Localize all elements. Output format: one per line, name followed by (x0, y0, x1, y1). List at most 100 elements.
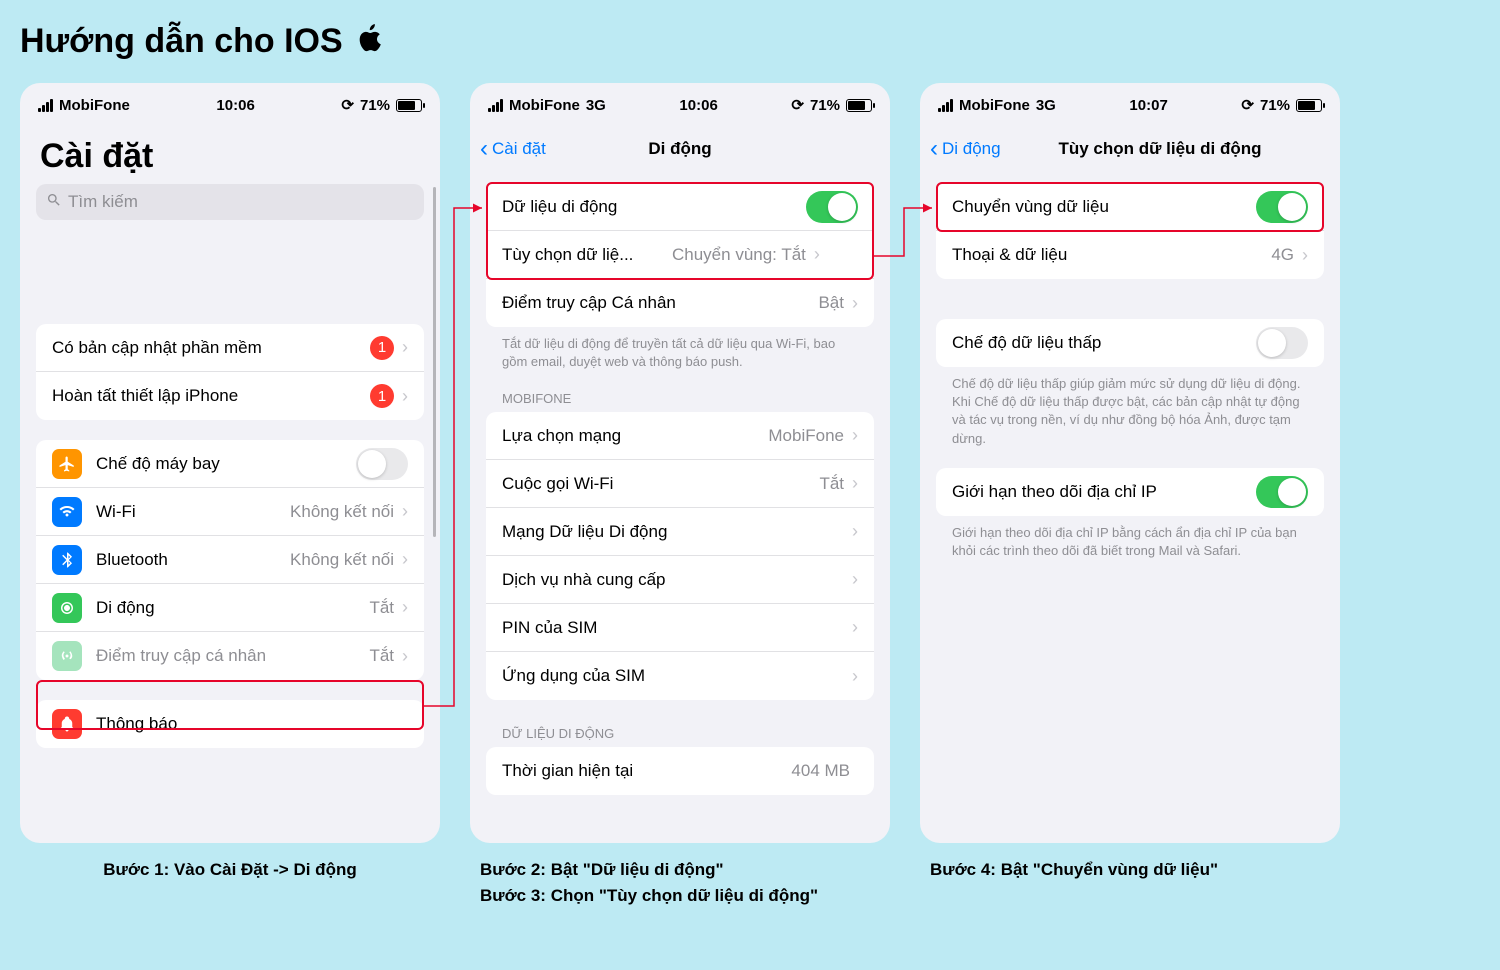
battery-icon (396, 99, 422, 112)
group-usage: Thời gian hiện tại404 MB (486, 747, 874, 795)
row-label: Thoại & dữ liệu (952, 245, 1271, 265)
phone-2-mobile: MobiFone 3G 10:06 ⟳ 71% ‹ Cài đặt Di độn… (470, 83, 890, 843)
chevron-right-icon: › (402, 337, 408, 358)
row-data-options[interactable]: Tùy chọn dữ liệ... Chuyển vùng: Tắt › (486, 231, 874, 279)
toggle-low-data[interactable] (1256, 327, 1308, 359)
signal-icon (38, 99, 53, 112)
phone-1-settings: MobiFone 10:06 ⟳ 71% Cài đặt Tìm kiếm Có… (20, 83, 440, 843)
row-voice-data[interactable]: Thoại & dữ liệu 4G › (936, 231, 1324, 279)
row-label: Dịch vụ nhà cung cấp (502, 570, 852, 590)
back-label: Cài đặt (492, 139, 546, 159)
chevron-right-icon: › (402, 646, 408, 667)
row-software-update[interactable]: Có bản cập nhật phần mềm 1 › (36, 324, 424, 372)
time-label: 10:07 (1129, 97, 1167, 114)
group-updates: Có bản cập nhật phần mềm 1 › Hoàn tất th… (36, 324, 424, 420)
phones-container: MobiFone 10:06 ⟳ 71% Cài đặt Tìm kiếm Có… (20, 83, 1480, 843)
section-header: MOBIFONE (470, 385, 890, 412)
captions: Bước 1: Vào Cài Đặt -> Di động Bước 2: B… (20, 857, 1480, 908)
row-label: Dữ liệu di động (502, 197, 806, 217)
chevron-right-icon: › (852, 666, 858, 687)
chevron-right-icon: › (402, 501, 408, 522)
row-label: Mạng Dữ liệu Di động (502, 522, 852, 542)
row-label: Chuyển vùng dữ liệu (952, 197, 1256, 217)
row-detail: Bật (818, 293, 844, 313)
row-label: Thông báo (96, 714, 408, 734)
row-bluetooth[interactable]: Bluetooth Không kết nối › (36, 536, 424, 584)
row-low-data[interactable]: Chế độ dữ liệu thấp (936, 319, 1324, 367)
phone-3-data-options: MobiFone 3G 10:07 ⟳ 71% ‹ Di động Tùy ch… (920, 83, 1340, 843)
group-data: Dữ liệu di động Tùy chọn dữ liệ... Chuyể… (486, 183, 874, 327)
row-wifi-calling[interactable]: Cuộc gọi Wi-FiTắt› (486, 460, 874, 508)
toggle-airplane[interactable] (356, 448, 408, 480)
row-detail: Không kết nối (290, 502, 394, 522)
row-sim-apps[interactable]: Ứng dụng của SIM› (486, 652, 874, 700)
row-detail: Không kết nối (290, 550, 394, 570)
chevron-right-icon: › (402, 386, 408, 407)
row-cellular-network[interactable]: Mạng Dữ liệu Di động› (486, 508, 874, 556)
footer-note: Chế độ dữ liệu thấp giúp giảm mức sử dụn… (920, 375, 1340, 462)
toggle-roaming[interactable] (1256, 191, 1308, 223)
row-label: Bluetooth (96, 550, 290, 570)
nav-bar: ‹ Cài đặt Di động (470, 127, 890, 171)
row-airplane[interactable]: Chế độ máy bay (36, 440, 424, 488)
row-mobile-data[interactable]: Dữ liệu di động (486, 183, 874, 231)
row-label: Ứng dụng của SIM (502, 666, 852, 686)
row-cellular[interactable]: Di động Tắt › (36, 584, 424, 632)
section-header: DỮ LIỆU DI ĐỘNG (470, 720, 890, 747)
row-carrier-services[interactable]: Dịch vụ nhà cung cấp› (486, 556, 874, 604)
row-data-roaming[interactable]: Chuyển vùng dữ liệu (936, 183, 1324, 231)
row-hotspot[interactable]: Điểm truy cập cá nhân Tắt › (36, 632, 424, 680)
row-label: Di động (96, 598, 369, 618)
network-label: 3G (586, 97, 606, 114)
back-button[interactable]: ‹ Di động (930, 135, 1001, 163)
row-detail: Tắt (369, 646, 394, 666)
wifi-icon (52, 497, 82, 527)
toggle-ip-limit[interactable] (1256, 476, 1308, 508)
row-detail: Tắt (369, 598, 394, 618)
battery-percent: 71% (360, 97, 390, 114)
row-label: Điểm truy cập Cá nhân (502, 293, 818, 313)
row-current-period[interactable]: Thời gian hiện tại404 MB (486, 747, 874, 795)
row-label: Có bản cập nhật phần mềm (52, 338, 370, 358)
row-label: Giới hạn theo dõi địa chỉ IP (952, 482, 1256, 502)
row-label: Wi-Fi (96, 502, 290, 522)
apple-icon (355, 20, 385, 63)
row-label: Cuộc gọi Wi-Fi (502, 474, 819, 494)
row-label: Chế độ máy bay (96, 454, 356, 474)
airplane-icon (52, 449, 82, 479)
carrier-label: MobiFone (509, 97, 580, 114)
row-label: Điểm truy cập cá nhân (96, 646, 369, 666)
sync-icon: ⟳ (341, 96, 354, 114)
page-title: Cài đặt (20, 127, 440, 184)
group-ip-limit: Giới hạn theo dõi địa chỉ IP (936, 468, 1324, 516)
cellular-icon (52, 593, 82, 623)
scrollbar[interactable] (433, 187, 436, 537)
row-hotspot[interactable]: Điểm truy cập Cá nhân Bật › (486, 279, 874, 327)
battery-percent: 71% (1260, 97, 1290, 114)
search-input[interactable]: Tìm kiếm (36, 184, 424, 220)
row-label: Lựa chọn mạng (502, 426, 768, 446)
caption-1: Bước 1: Vào Cài Đặt -> Di động (20, 857, 440, 908)
row-notifications[interactable]: Thông báo (36, 700, 424, 748)
back-button[interactable]: ‹ Cài đặt (480, 135, 546, 163)
back-label: Di động (942, 139, 1001, 159)
chevron-right-icon: › (852, 425, 858, 446)
row-ip-limit[interactable]: Giới hạn theo dõi địa chỉ IP (936, 468, 1324, 516)
time-label: 10:06 (216, 97, 254, 114)
footer-note: Giới hạn theo dõi địa chỉ IP bằng cách ẩ… (920, 524, 1340, 574)
network-label: 3G (1036, 97, 1056, 114)
row-sim-pin[interactable]: PIN của SIM› (486, 604, 874, 652)
carrier-label: MobiFone (59, 97, 130, 114)
group-roaming: Chuyển vùng dữ liệu Thoại & dữ liệu 4G › (936, 183, 1324, 279)
chevron-right-icon: › (852, 617, 858, 638)
bluetooth-icon (52, 545, 82, 575)
group-notifications: Thông báo (36, 700, 424, 748)
toggle-mobile-data[interactable] (806, 191, 858, 223)
row-wifi[interactable]: Wi-Fi Không kết nối › (36, 488, 424, 536)
row-finish-setup[interactable]: Hoàn tất thiết lập iPhone 1 › (36, 372, 424, 420)
chevron-right-icon: › (814, 244, 820, 265)
search-placeholder: Tìm kiếm (68, 192, 138, 212)
battery-icon (846, 99, 872, 112)
row-network-select[interactable]: Lựa chọn mạngMobiFone› (486, 412, 874, 460)
row-detail: 404 MB (791, 761, 850, 781)
